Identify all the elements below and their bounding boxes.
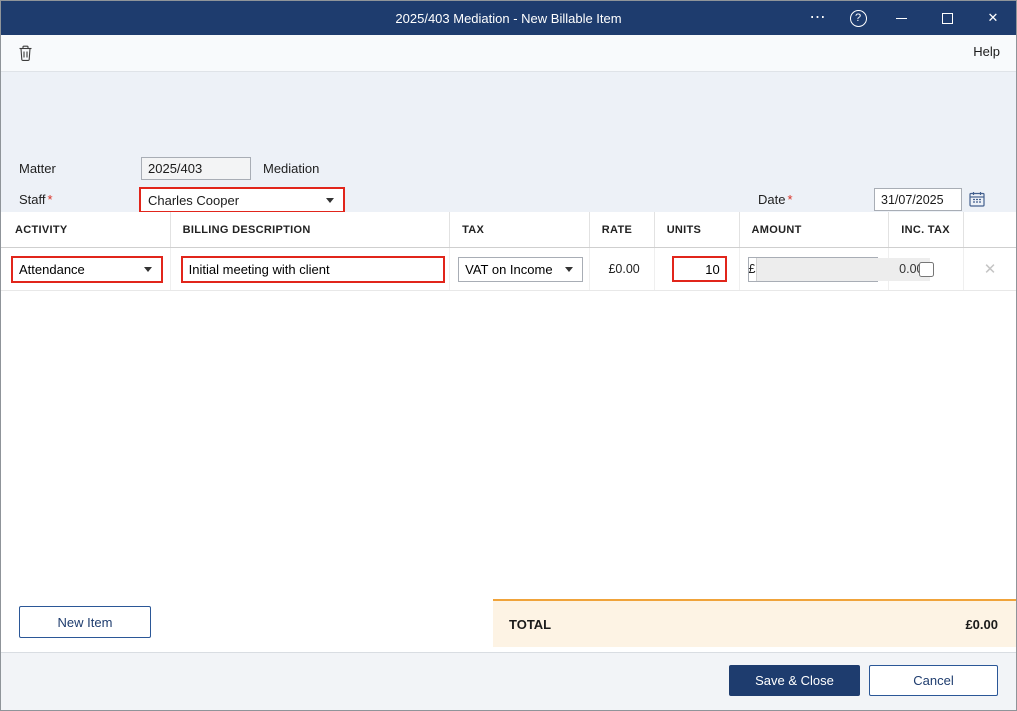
currency-symbol: £ bbox=[748, 262, 756, 276]
staff-label: Staff * bbox=[19, 192, 53, 207]
cell-amount: £ bbox=[740, 248, 930, 290]
maximize-button[interactable] bbox=[924, 1, 970, 35]
delete-item-button[interactable] bbox=[15, 44, 35, 64]
cell-tax: VAT on Income bbox=[450, 248, 590, 290]
activity-value: Attendance bbox=[19, 261, 85, 277]
chevron-down-icon bbox=[565, 266, 574, 272]
total-value: £0.00 bbox=[965, 616, 998, 632]
tax-dropdown[interactable]: VAT on Income bbox=[458, 256, 584, 282]
help-icon: ? bbox=[849, 9, 867, 27]
grid-header: ACTIVITY BILLING DESCRIPTION TAX RATE UN… bbox=[1, 212, 1016, 248]
more-options-button[interactable]: ⋯ bbox=[798, 1, 838, 35]
date-label: Date * bbox=[758, 192, 793, 207]
delete-row-icon: ✕ bbox=[983, 261, 997, 278]
column-header-activity: ACTIVITY bbox=[1, 212, 171, 247]
help-link[interactable]: Help bbox=[973, 44, 1000, 59]
form-area: Matter Mediation Staff* Charles Cooper D… bbox=[1, 72, 1016, 275]
titlebar: 2025/403 Mediation - New Billable Item ⋯… bbox=[1, 1, 1016, 35]
required-marker: * bbox=[47, 192, 53, 207]
titlebar-help-button[interactable]: ? bbox=[838, 1, 878, 35]
column-header-inc-tax: INC. TAX bbox=[889, 212, 965, 247]
column-header-amount: AMOUNT bbox=[740, 212, 890, 247]
column-header-tax: TAX bbox=[450, 212, 590, 247]
column-header-actions bbox=[964, 212, 1016, 247]
activity-dropdown[interactable]: Attendance bbox=[11, 255, 163, 283]
save-and-close-button[interactable]: Save & Close bbox=[729, 665, 860, 696]
calendar-icon bbox=[969, 192, 985, 207]
matter-description: Mediation bbox=[263, 161, 320, 176]
required-marker: * bbox=[787, 192, 793, 207]
matter-label: Matter bbox=[19, 161, 56, 176]
total-label: TOTAL bbox=[509, 616, 552, 632]
cell-activity: Attendance bbox=[1, 248, 171, 290]
chevron-down-icon bbox=[326, 197, 334, 203]
date-picker-button[interactable] bbox=[967, 190, 987, 210]
inc-tax-checkbox[interactable] bbox=[918, 261, 934, 277]
cell-rate: £0.00 bbox=[590, 248, 655, 290]
table-row: Attendance VAT on Income £0.00 £ bbox=[1, 248, 1016, 291]
cell-units bbox=[655, 248, 740, 290]
rate-value: £0.00 bbox=[608, 262, 640, 276]
maximize-icon bbox=[941, 12, 953, 24]
date-input[interactable] bbox=[874, 188, 962, 211]
close-button[interactable]: ✕ bbox=[970, 1, 1016, 35]
minimize-button[interactable] bbox=[878, 1, 924, 35]
cell-billing-description bbox=[171, 248, 451, 290]
staff-value: Charles Cooper bbox=[148, 192, 240, 208]
cell-inc-tax bbox=[889, 248, 965, 290]
new-item-button[interactable]: New Item bbox=[19, 606, 151, 638]
footer: Save & Close Cancel bbox=[1, 652, 1016, 710]
toolbar: Help bbox=[1, 35, 1016, 72]
chevron-down-icon bbox=[144, 266, 152, 272]
minimize-icon bbox=[895, 17, 907, 19]
trash-icon bbox=[19, 45, 31, 61]
dialog-window: 2025/403 Mediation - New Billable Item ⋯… bbox=[0, 0, 1017, 711]
cell-actions: ✕ bbox=[964, 248, 1016, 290]
column-header-units: UNITS bbox=[655, 212, 740, 247]
total-bar: TOTAL £0.00 bbox=[493, 599, 1016, 647]
matter-input[interactable] bbox=[141, 157, 251, 180]
column-header-billing-description: BILLING DESCRIPTION bbox=[171, 212, 451, 247]
tax-value: VAT on Income bbox=[465, 261, 553, 277]
close-icon: ✕ bbox=[987, 10, 999, 25]
delete-row-button[interactable]: ✕ bbox=[984, 260, 997, 278]
column-header-rate: RATE bbox=[590, 212, 655, 247]
titlebar-controls: ⋯ ? ✕ bbox=[798, 1, 1016, 35]
billing-description-input[interactable] bbox=[180, 255, 445, 283]
cancel-button[interactable]: Cancel bbox=[869, 665, 998, 696]
units-input[interactable] bbox=[671, 256, 727, 282]
staff-dropdown[interactable]: Charles Cooper bbox=[139, 187, 345, 213]
ellipsis-icon: ⋯ bbox=[809, 9, 827, 26]
amount-field: £ bbox=[747, 256, 930, 282]
